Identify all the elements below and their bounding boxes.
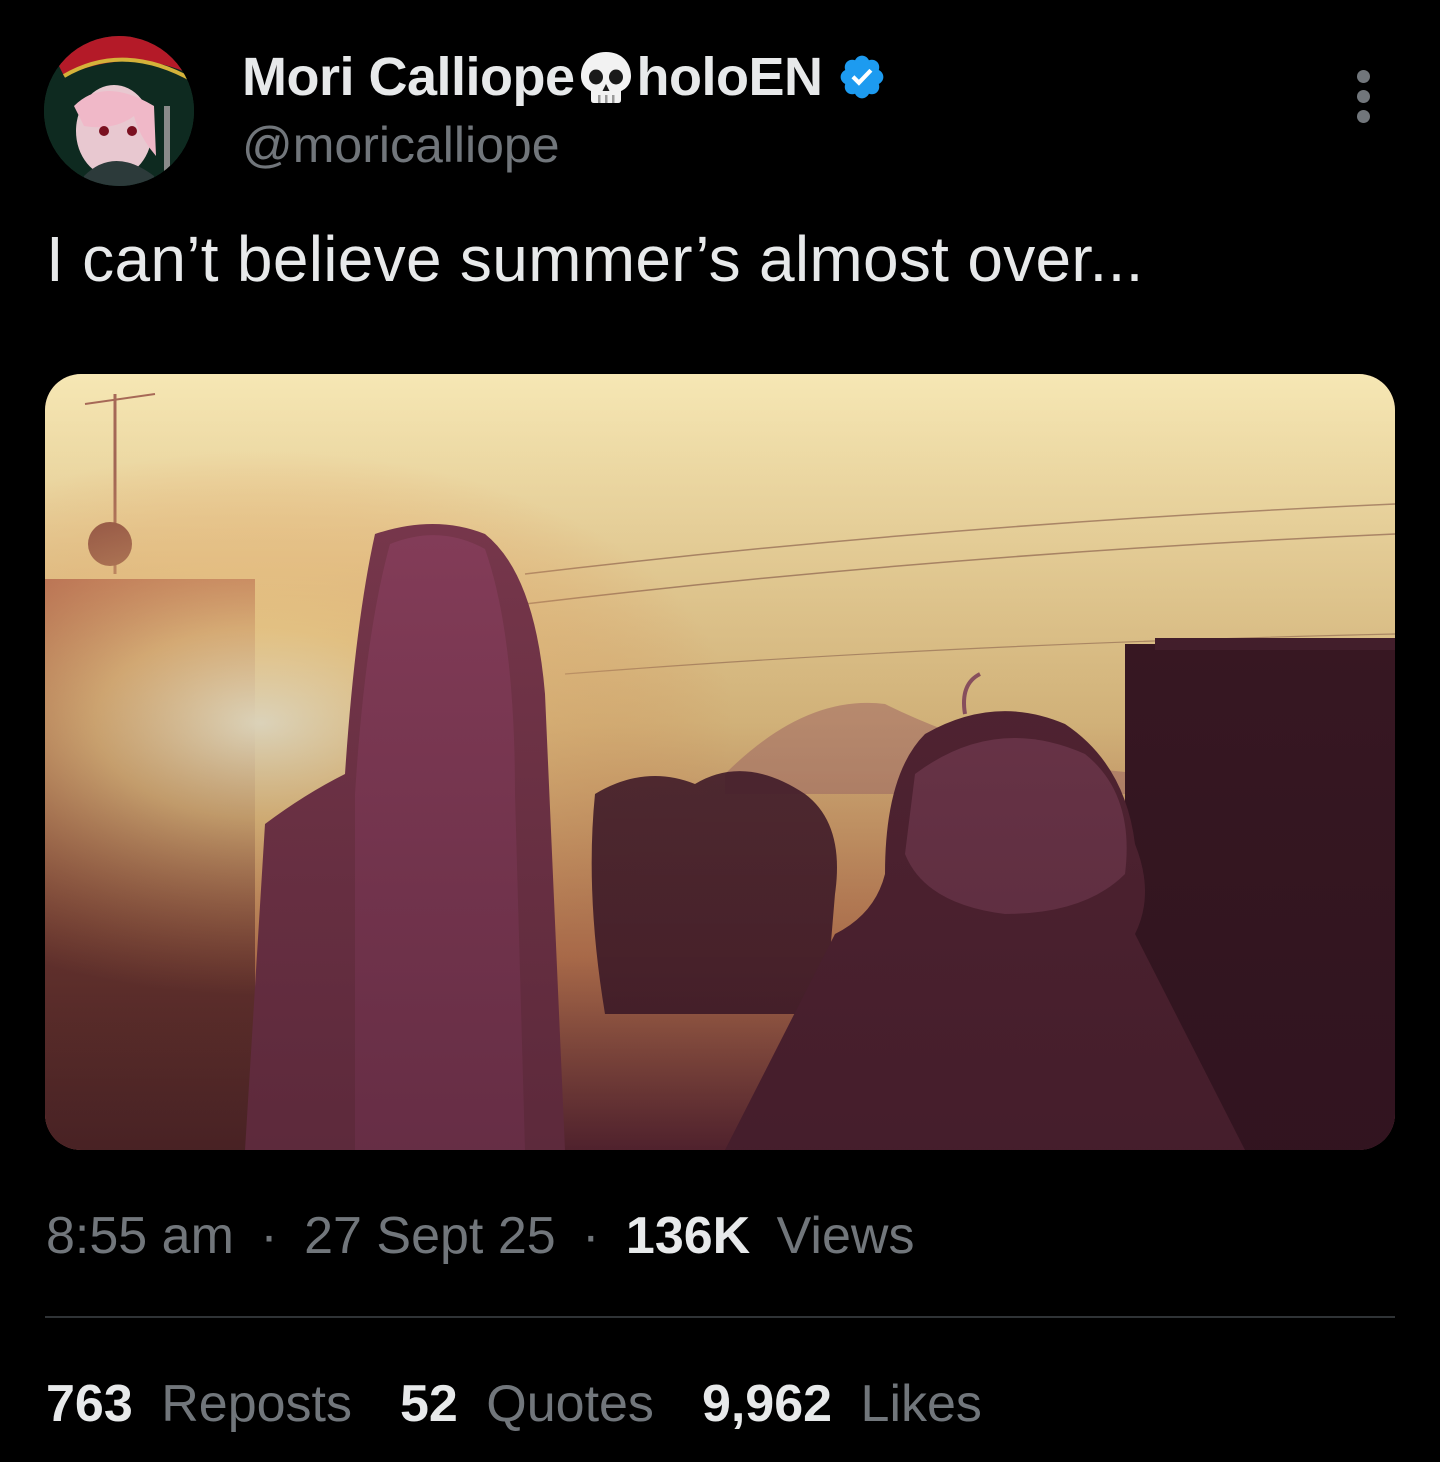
views-count[interactable]: 136K <box>626 1207 750 1265</box>
reposts-count: 763 <box>46 1375 133 1433</box>
divider <box>45 1316 1395 1318</box>
quotes-count: 52 <box>399 1375 458 1433</box>
tweet-date[interactable]: 27 Sept 25 <box>304 1207 556 1265</box>
tweet-text: I can’t believe summer’s almost over... <box>46 223 1144 295</box>
quotes-stat[interactable]: 52 Quotes <box>400 1374 654 1434</box>
verified-badge-icon[interactable] <box>837 52 887 102</box>
author-handle[interactable]: @moricalliope <box>242 116 560 174</box>
meta-separator: · <box>582 1207 600 1265</box>
more-dot <box>1357 70 1370 83</box>
author-name-row[interactable]: Mori Calliope holoEN <box>242 42 887 112</box>
more-options-icon[interactable] <box>1344 66 1384 126</box>
more-dot <box>1357 90 1370 103</box>
views-label: Views <box>776 1207 915 1265</box>
tweet-time[interactable]: 8:55 am <box>46 1207 234 1265</box>
reposts-label: Reposts <box>161 1375 352 1433</box>
tweet-image[interactable] <box>45 374 1395 1150</box>
tweet-detail: Mori Calliope holoEN @moricalliope I can… <box>0 0 1440 1462</box>
display-name-suffix[interactable]: holoEN <box>637 46 823 108</box>
engagement-stats: 763 Reposts 52 Quotes 9,962 Likes <box>46 1374 1030 1434</box>
reposts-stat[interactable]: 763 Reposts <box>46 1374 352 1434</box>
likes-stat[interactable]: 9,962 Likes <box>702 1374 982 1434</box>
more-dot <box>1357 110 1370 123</box>
quotes-label: Quotes <box>486 1375 654 1433</box>
tweet-meta: 8:55 am · 27 Sept 25 · 136K Views <box>46 1206 914 1266</box>
skull-icon <box>577 48 635 106</box>
meta-separator: · <box>260 1207 278 1265</box>
avatar[interactable] <box>44 36 194 186</box>
likes-count: 9,962 <box>701 1375 833 1433</box>
display-name[interactable]: Mori Calliope <box>242 46 575 108</box>
likes-label: Likes <box>860 1375 982 1433</box>
